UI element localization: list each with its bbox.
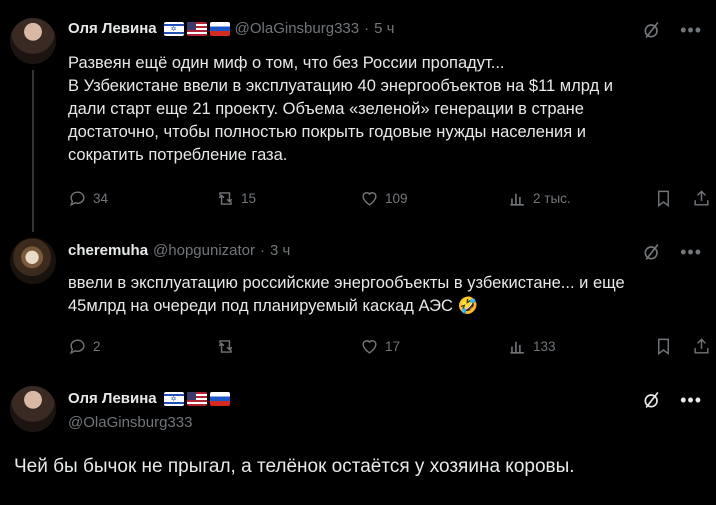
repost-icon (218, 191, 233, 205)
views-button[interactable]: 133 (508, 336, 556, 356)
bookmark-icon (658, 338, 669, 355)
views-icon (510, 341, 524, 354)
views-count: 2 тыс. (533, 190, 571, 206)
avatar[interactable] (10, 386, 56, 432)
bookmark-button[interactable] (654, 336, 673, 356)
author-handle[interactable]: @hopgunizator (153, 242, 255, 259)
tweet-top-icons: ••• (642, 390, 702, 410)
repost-count: 15 (241, 190, 257, 206)
russia-flag-icon (209, 391, 230, 406)
repost-button[interactable]: 15 (216, 188, 256, 208)
share-button[interactable] (692, 336, 711, 356)
grok-icon[interactable] (642, 20, 662, 40)
tweet-text: ввели в эксплуатацию российские энергооб… (68, 272, 698, 318)
tweet-line: ввели в эксплуатацию российские энергооб… (68, 274, 625, 292)
grok-icon[interactable] (642, 242, 662, 262)
tweet-text: Развеян ещё один миф о том, что без Росс… (68, 52, 698, 167)
separator-dot: · (364, 20, 370, 37)
share-button[interactable] (692, 188, 711, 208)
israel-flag-icon: ✡ (163, 21, 184, 36)
main-tweet-text: Чей бы бычок не прыгал, а телёнок остаёт… (14, 456, 575, 477)
like-icon (362, 339, 377, 354)
action-bar: 34 15 109 2 тыс. (68, 188, 709, 208)
main-handle-row: @OlaGinsburg333 (68, 414, 192, 431)
timestamp[interactable]: 3 ч (270, 242, 290, 259)
action-bar: 2 17 133 (68, 336, 709, 356)
main-tweet: Оля Левина ✡ @OlaGinsburg333 ••• (0, 372, 716, 505)
more-icon[interactable]: ••• (680, 243, 702, 261)
russia-flag-icon (209, 21, 230, 36)
reply-count: 2 (93, 338, 101, 354)
views-button[interactable]: 2 тыс. (508, 188, 571, 208)
tweet-header: Оля Левина ✡ @OlaGinsburg333 · 5 ч (68, 20, 394, 37)
reply-icon (69, 338, 85, 354)
like-button[interactable]: 17 (360, 336, 400, 356)
views-icon (510, 193, 524, 206)
timestamp[interactable]: 5 ч (374, 20, 394, 37)
like-count: 17 (385, 338, 401, 354)
main-author-name-row: Оля Левина ✡ (68, 390, 230, 407)
tweet-line: В Узбекистане ввели в эксплуатацию 40 эн… (68, 77, 613, 95)
tweet-line: сократить потребление газа. (68, 146, 288, 164)
avatar[interactable] (10, 18, 56, 64)
tweet-2[interactable]: cheremuha @hopgunizator · 3 ч ••• ввели … (0, 232, 716, 372)
author-name[interactable]: Оля Левина (68, 390, 157, 407)
tweet-top-icons: ••• (642, 242, 702, 262)
share-icon (694, 189, 709, 206)
tweet-1[interactable]: Оля Левина ✡ @OlaGinsburg333 · 5 ч ••• Р… (0, 0, 716, 232)
usa-flag-icon (186, 21, 207, 36)
tweet-line: Развеян ещё один миф о том, что без Росс… (68, 54, 505, 72)
author-name[interactable]: Оля Левина (68, 20, 157, 37)
grok-icon[interactable] (642, 390, 662, 410)
more-icon[interactable]: ••• (680, 391, 702, 409)
author-handle[interactable]: @OlaGinsburg333 (68, 414, 192, 431)
like-count: 109 (385, 190, 408, 206)
tweet-header: cheremuha @hopgunizator · 3 ч (68, 242, 290, 259)
separator-dot: · (260, 242, 266, 259)
like-icon (362, 191, 377, 206)
author-name[interactable]: cheremuha (68, 242, 148, 259)
tweet-line: достаточно, чтобы полностью покрыть годо… (68, 123, 587, 141)
reply-icon (69, 190, 85, 206)
author-handle[interactable]: @OlaGinsburg333 (235, 20, 359, 37)
like-button[interactable]: 109 (360, 188, 408, 208)
repost-button[interactable] (216, 336, 241, 356)
usa-flag-icon (186, 391, 207, 406)
avatar[interactable] (10, 238, 56, 284)
tweet-line: 45млрд на очереди под планируемый каскад… (68, 297, 479, 315)
israel-flag-icon: ✡ (163, 391, 184, 406)
tweet-top-icons: ••• (642, 20, 702, 40)
flag-badges: ✡ (163, 21, 230, 36)
more-icon[interactable]: ••• (680, 21, 702, 39)
reply-button[interactable]: 34 (68, 188, 108, 208)
views-count: 133 (533, 338, 556, 354)
reply-button[interactable]: 2 (68, 336, 101, 356)
bookmark-button[interactable] (654, 188, 673, 208)
repost-icon (218, 339, 233, 353)
flag-badges: ✡ (163, 391, 230, 406)
share-icon (694, 337, 709, 354)
bookmark-icon (658, 190, 669, 207)
reply-count: 34 (93, 190, 109, 206)
tweet-line: дали старт еще 21 проекту. Объема «зелен… (68, 100, 584, 118)
